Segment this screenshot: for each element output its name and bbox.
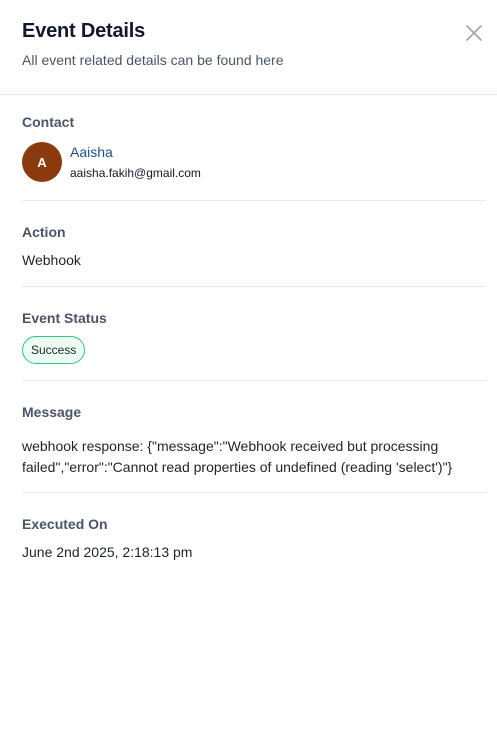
action-section: Action Webhook	[22, 201, 486, 287]
action-label: Action	[22, 224, 66, 240]
contact-email: aaisha.fakih@gmail.com	[70, 166, 201, 180]
executed-on-value: June 2nd 2025, 2:18:13 pm	[22, 544, 193, 560]
contact-info: Aaisha aaisha.fakih@gmail.com	[70, 143, 201, 181]
contact-row: A Aaisha aaisha.fakih@gmail.com	[22, 142, 486, 182]
event-details-panel: Event Details All event related details …	[0, 0, 497, 747]
event-status-section: Event Status Success	[22, 287, 486, 381]
contact-name-link[interactable]: Aaisha	[70, 143, 201, 161]
message-label: Message	[22, 404, 82, 420]
contact-section: Contact A Aaisha aaisha.fakih@gmail.com	[22, 95, 486, 201]
page-title: Event Details	[22, 20, 146, 42]
close-button[interactable]	[464, 23, 484, 43]
status-badge: Success	[22, 336, 86, 364]
event-status-label: Event Status	[22, 310, 107, 326]
executed-on-label: Executed On	[22, 516, 108, 532]
avatar: A	[22, 142, 62, 182]
close-icon	[466, 25, 482, 41]
message-section: Message webhook response: {"message":"We…	[22, 381, 486, 493]
action-value: Webhook	[22, 252, 81, 268]
page-subtitle: All event related details can be found h…	[22, 52, 284, 68]
message-value: webhook response: {"message":"Webhook re…	[22, 438, 453, 475]
executed-on-section: Executed On June 2nd 2025, 2:18:13 pm	[22, 493, 486, 560]
contact-label: Contact	[22, 114, 75, 130]
panel-header: Event Details All event related details …	[0, 0, 497, 95]
